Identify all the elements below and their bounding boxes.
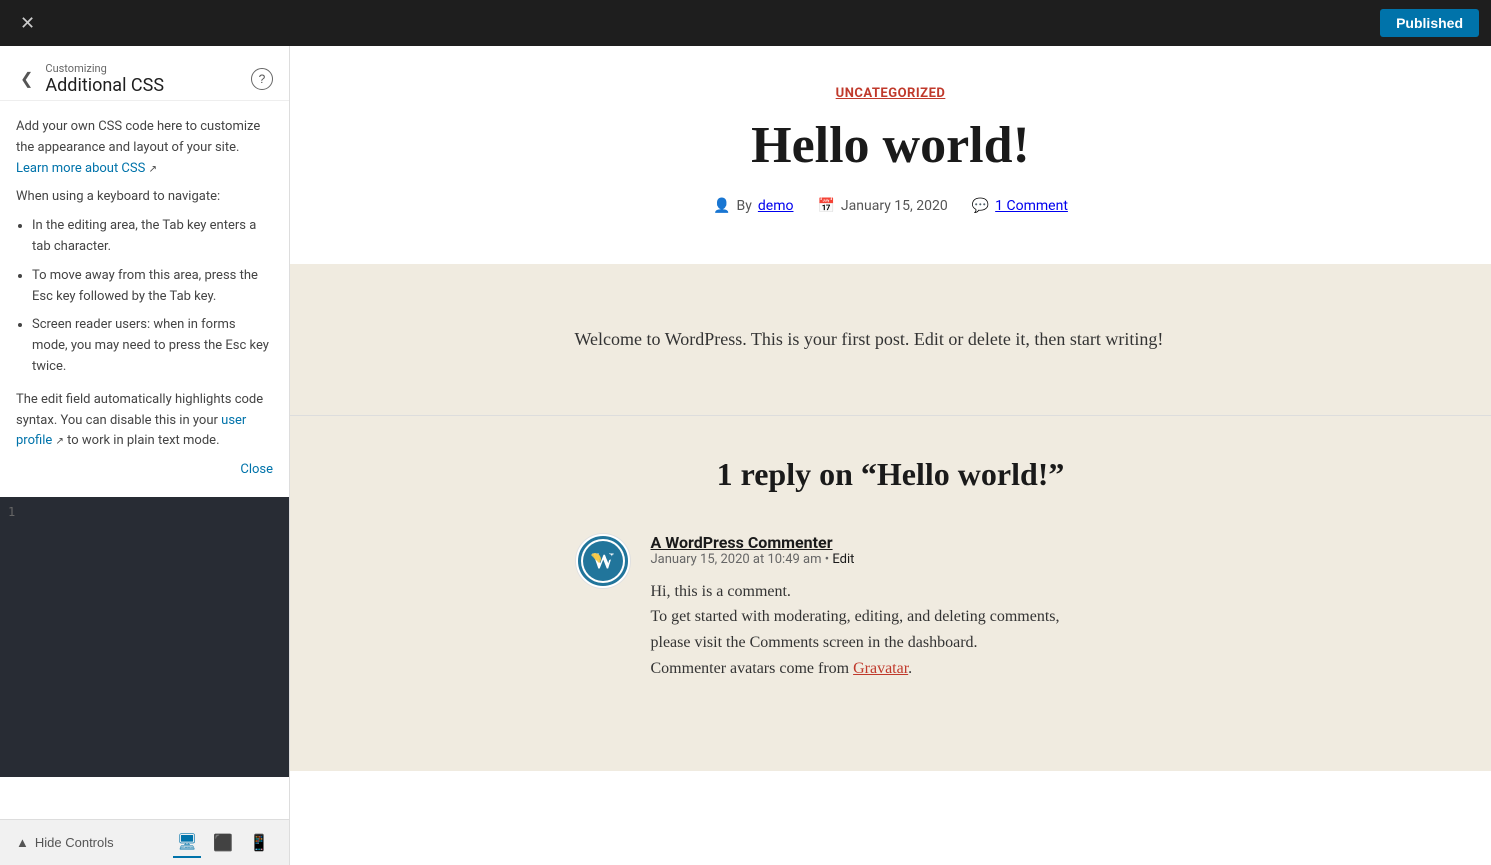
post-date: January 15, 2020 [841, 198, 948, 214]
wordpress-logo-icon: W [575, 533, 631, 589]
preview-area: UNCATEGORIZED Hello world! 👤 By demo 📅 J… [290, 46, 1491, 865]
keyboard-tip-1: In the editing area, the Tab key enters … [32, 216, 273, 258]
sidebar-title: Additional CSS [45, 75, 164, 96]
back-button[interactable] [16, 65, 37, 93]
avatar: W [575, 533, 631, 589]
comment-icon: 💬 [972, 198, 989, 214]
comments-inner: 1 reply on “Hello world!” W [551, 456, 1231, 681]
post-body: Welcome to WordPress. This is your first… [290, 264, 1491, 415]
post-category[interactable]: UNCATEGORIZED [290, 86, 1491, 101]
tablet-device-button[interactable]: ⬛ [209, 828, 237, 858]
post-body-inner: Welcome to WordPress. This is your first… [551, 324, 1231, 355]
hide-controls-button[interactable]: ▲ Hide Controls [16, 835, 114, 850]
mobile-icon: 📱 [249, 835, 269, 852]
meta-comments: 💬 1 Comment [972, 198, 1068, 214]
sidebar-header-left: Customizing Additional CSS [16, 62, 164, 96]
sidebar-header: Customizing Additional CSS ? [0, 46, 289, 101]
plain-text-note: to work in plain text mode. [67, 433, 219, 448]
gravatar-link[interactable]: Gravatar [853, 660, 908, 677]
desktop-device-button[interactable]: 🖥 [173, 828, 201, 858]
author-label: By [737, 198, 752, 214]
sidebar-bottom: ▲ Hide Controls 🖥 ⬛ 📱 [0, 819, 289, 865]
author-link[interactable]: demo [758, 198, 794, 214]
edit-comment-link[interactable]: Edit [832, 552, 854, 567]
comment-item: W A WordPress Commenter January 15, 2020… [575, 533, 1207, 681]
ext-link-icon: ↗ [149, 164, 157, 175]
meta-author: 👤 By demo [713, 198, 793, 214]
learn-more-link[interactable]: Learn more about CSS [16, 161, 145, 176]
top-bar: ✕ Published [0, 0, 1491, 46]
arrow-left-icon [20, 71, 33, 88]
main-layout: Customizing Additional CSS ? Add your ow… [0, 46, 1491, 865]
keyboard-tip-2: To move away from this area, press the E… [32, 266, 273, 308]
person-icon: 👤 [713, 198, 730, 214]
top-bar-left: ✕ [12, 10, 43, 36]
close-link[interactable]: Close [16, 460, 273, 481]
hide-controls-label: Hide Controls [35, 835, 114, 850]
published-button[interactable]: Published [1380, 9, 1479, 37]
tablet-icon: ⬛ [213, 835, 233, 852]
customizing-label: Customizing [45, 62, 164, 75]
comment-text: Hi, this is a comment. To get started wi… [651, 579, 1207, 681]
desktop-icon: 🖥 [177, 834, 197, 851]
meta-date: 📅 January 15, 2020 [817, 198, 947, 214]
help-button[interactable]: ? [251, 68, 273, 90]
description-text: Add your own CSS code here to customize … [16, 117, 273, 179]
sidebar-content: Add your own CSS code here to customize … [0, 101, 289, 497]
sidebar-title-group: Customizing Additional CSS [45, 62, 164, 96]
post-header: UNCATEGORIZED Hello world! 👤 By demo 📅 J… [290, 46, 1491, 264]
comments-section: 1 reply on “Hello world!” W [290, 415, 1491, 771]
comment-date: January 15, 2020 at 10:49 am • Edit [651, 552, 1207, 567]
keyboard-nav-label: When using a keyboard to navigate: [16, 187, 273, 208]
comment-body: A WordPress Commenter January 15, 2020 a… [651, 533, 1207, 681]
line-number: 1 [8, 505, 15, 519]
arrow-up-icon: ▲ [16, 835, 29, 850]
css-editor: 1 [0, 497, 289, 777]
comments-title: 1 reply on “Hello world!” [575, 456, 1207, 493]
ext-link-icon2: ↗ [56, 436, 64, 447]
comments-link[interactable]: 1 Comment [995, 198, 1068, 214]
comment-author[interactable]: A WordPress Commenter [651, 533, 1207, 552]
edit-field-note: The edit field automatically highlights … [16, 390, 273, 452]
calendar-icon: 📅 [817, 198, 834, 214]
keyboard-tips-list: In the editing area, the Tab key enters … [16, 216, 273, 378]
svg-text:W: W [592, 548, 614, 573]
close-button[interactable]: ✕ [12, 10, 43, 36]
mobile-device-button[interactable]: 📱 [245, 828, 273, 858]
css-textarea[interactable] [0, 497, 289, 777]
keyboard-tip-3: Screen reader users: when in forms mode,… [32, 315, 273, 377]
sidebar-scroll: Add your own CSS code here to customize … [0, 101, 289, 819]
post-meta: 👤 By demo 📅 January 15, 2020 💬 1 Comment [290, 198, 1491, 244]
device-buttons: 🖥 ⬛ 📱 [173, 828, 273, 858]
sidebar: Customizing Additional CSS ? Add your ow… [0, 46, 290, 865]
post-title: Hello world! [290, 117, 1491, 174]
post-content: Welcome to WordPress. This is your first… [575, 324, 1207, 355]
